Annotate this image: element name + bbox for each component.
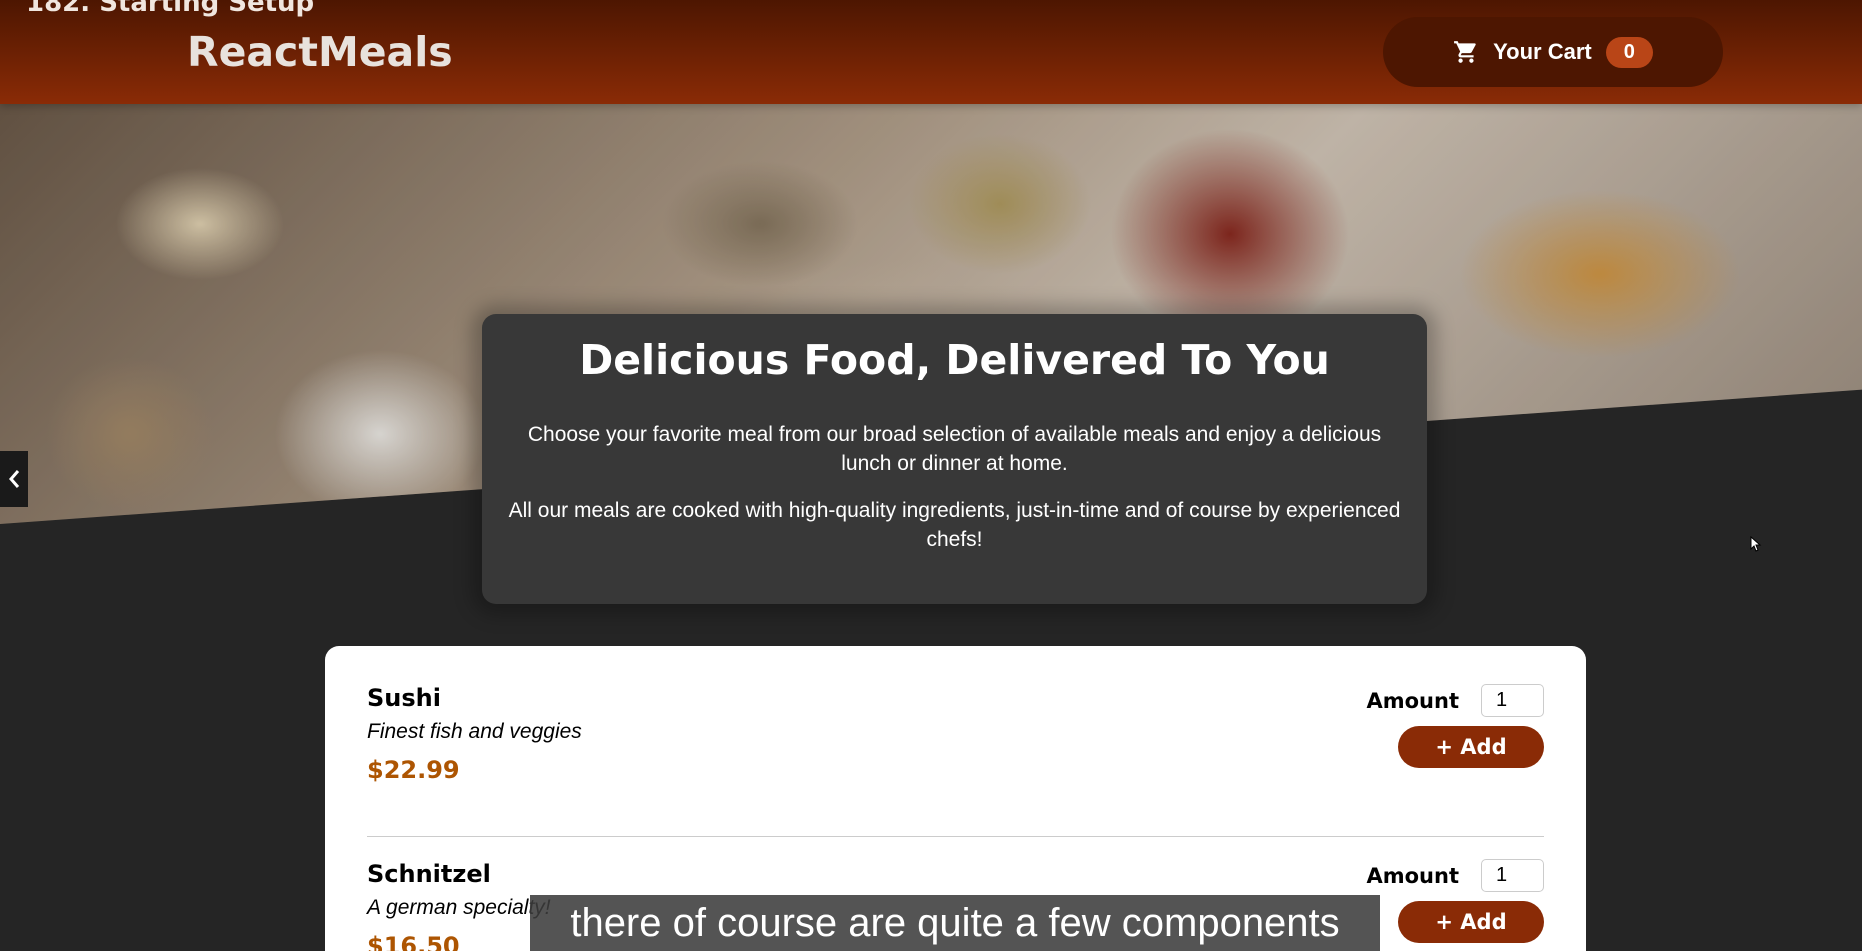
amount-row: Amount (1366, 859, 1544, 892)
cart-icon (1454, 41, 1476, 63)
add-button[interactable]: + Add (1398, 726, 1544, 768)
video-caption: there of course are quite a few componen… (530, 895, 1380, 951)
meal-item: Sushi Finest fish and veggies $22.99 Amo… (367, 684, 1544, 836)
video-title: 182. Starting Setup (26, 0, 315, 18)
meal-price: $22.99 (367, 756, 460, 784)
add-button[interactable]: + Add (1398, 901, 1544, 943)
amount-row: Amount (1366, 684, 1544, 717)
meal-description: Finest fish and veggies (367, 720, 582, 743)
mouse-cursor-icon (1750, 536, 1762, 552)
app-logo[interactable]: ReactMeals (187, 28, 453, 76)
amount-label: Amount (1366, 863, 1459, 888)
summary-paragraph-2: All our meals are cooked with high-quali… (508, 499, 1401, 551)
cart-button[interactable]: Your Cart 0 (1383, 17, 1723, 87)
meal-name: Sushi (367, 684, 441, 712)
cart-label: Your Cart (1493, 39, 1592, 64)
app-header: 182. Starting Setup ReactMeals Your Cart… (0, 0, 1862, 104)
amount-label: Amount (1366, 688, 1459, 713)
amount-input[interactable] (1481, 859, 1544, 892)
meal-price: $16.50 (367, 932, 460, 951)
meals-summary: Delicious Food, Delivered To You Choose … (482, 314, 1427, 604)
previous-arrow-button[interactable] (0, 451, 28, 507)
summary-title: Delicious Food, Delivered To You (579, 336, 1330, 384)
amount-input[interactable] (1481, 684, 1544, 717)
cart-count-badge: 0 (1605, 36, 1653, 68)
meal-name: Schnitzel (367, 860, 491, 888)
chevron-left-icon (9, 470, 20, 488)
summary-paragraph-1: Choose your favorite meal from our broad… (527, 423, 1382, 475)
meal-description: A german specialty! (367, 896, 551, 919)
